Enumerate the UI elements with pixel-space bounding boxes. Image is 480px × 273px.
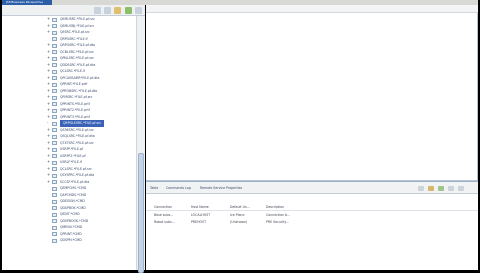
file-icon [52,147,57,152]
file-icon [52,63,57,67]
column-header-default-user[interactable]: Default Us... [230,204,250,211]
editor-area[interactable] [146,5,478,181]
file-icon [52,167,57,171]
file-icon [52,134,57,139]
minimize-icon[interactable] [448,186,454,191]
navigator-scrollbar[interactable] [136,16,145,273]
column-header-description[interactable]: Description [266,204,284,211]
file-icon [52,50,57,54]
file-icon [52,199,57,204]
column-header-connection[interactable]: Connection [154,204,172,211]
file-icon [52,115,57,119]
navigator-scrollbar-thumb[interactable] [138,153,144,273]
cell-default-user: (Unknown) [230,220,248,224]
file-icon [52,17,57,22]
file-icon [52,141,57,145]
navigator-toolbar [2,5,145,16]
file-tree: + QEMUSRC.*FILE.pf-src + QEMUOBJ.*FILE.pf-s… [2,16,136,270]
views-panel: Table Commands Log Remote Service Proper… [146,181,478,270]
file-icon [52,108,57,113]
tab-commands-log[interactable]: Commands Log [166,185,191,191]
stop-icon[interactable] [418,186,424,191]
link-icon[interactable] [104,7,111,14]
cell-connection: Robot subs... [154,220,175,224]
file-icon [52,30,57,35]
view-menu-icon[interactable] [135,7,142,14]
file-icon [52,180,57,184]
tree-item-label: QDSPM.*CMD [60,238,82,242]
maximize-icon[interactable] [458,186,464,191]
refresh-icon[interactable] [125,7,132,14]
table-row[interactable]: Base subs... LOCALHOST Ice Plane Connect… [146,212,478,219]
file-icon [52,232,57,236]
file-icon [52,43,57,48]
run-icon[interactable] [438,186,444,191]
tab-table[interactable]: Table [150,185,158,191]
column-header-host-name[interactable]: Host Name [191,204,209,211]
file-icon [52,154,57,158]
file-icon [52,37,57,41]
file-icon [52,24,57,28]
file-icon [52,238,57,243]
file-icon [52,89,57,93]
file-icon [52,95,57,100]
file-icon [52,76,57,80]
file-icon [52,206,57,210]
file-icon [52,128,57,132]
cell-host-name: LOCALHOST [191,213,211,217]
file-icon [52,186,57,191]
connections-table: Connection Host Name Default Us... Descr… [146,194,478,271]
file-icon [52,219,57,223]
file-icon [52,173,57,178]
file-icon [52,121,57,126]
file-icon [52,82,57,87]
new-connection-icon[interactable] [114,7,121,14]
file-icon [52,193,57,197]
editor-toolbar [146,5,478,13]
table-header: Connection Host Name Default Us... Descr… [146,204,478,211]
tree-item[interactable]: QDSPM.*CMD [2,237,136,244]
views-tab-bar: Table Commands Log Remote Service Proper… [146,182,478,194]
cell-description: Connection b... [266,213,291,217]
file-icon [52,160,57,165]
file-icon [52,56,57,61]
new-icon[interactable] [428,186,434,191]
file-icon [52,225,57,230]
workbench-window: JSF/Business Perspective + QEMUSRC.*FILE.… [0,0,480,273]
tab-remote-service-properties[interactable]: Remote Service Properties [200,185,242,191]
file-icon [52,212,57,217]
cell-connection: Base subs... [154,213,174,217]
cell-description: PRE Security... [266,220,289,224]
file-icon [52,102,57,106]
file-icon [52,69,57,74]
remote-systems-navigator: + QEMUSRC.*FILE.pf-src + QEMUOBJ.*FILE.pf-s… [2,5,145,273]
table-row[interactable]: Robot subs... PREHOST (Unknown) PRE Secu… [146,219,478,226]
cell-default-user: Ice Plane [230,213,245,217]
cell-host-name: PREHOST [191,220,207,224]
collapse-all-icon[interactable] [94,7,101,14]
